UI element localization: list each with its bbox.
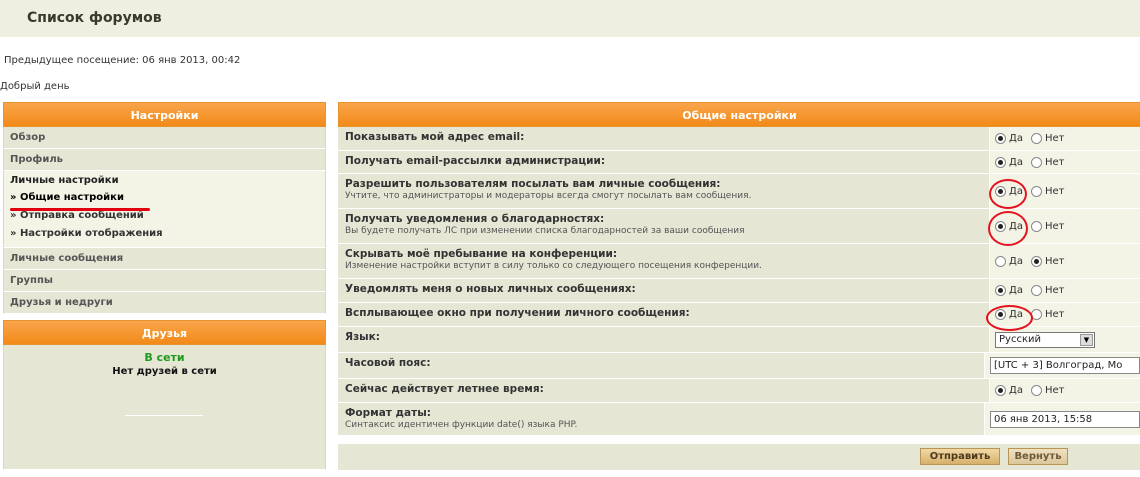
radio-yes[interactable]: Да: [995, 255, 1023, 267]
settings-menu-title: Настройки: [3, 102, 326, 127]
radio-no[interactable]: Нет: [1030, 156, 1064, 168]
radio-button-icon[interactable]: [1030, 185, 1042, 197]
setting-row-timezone: Часовой пояс: [UTC + 3] Волгоград, Мо: [338, 353, 1140, 379]
red-circle-annotation: [988, 211, 1028, 246]
general-settings-title: Общие настройки: [338, 102, 1140, 127]
page-title[interactable]: Список форумов: [27, 10, 162, 26]
setting-label: Скрывать моё пребывание на конференции:: [345, 248, 618, 260]
menu-item-overview[interactable]: Обзор: [3, 127, 326, 149]
setting-row-date-format: Формат даты: Синтаксис идентичен функции…: [338, 403, 1140, 436]
radio-button-icon[interactable]: [1030, 156, 1042, 168]
radio-no[interactable]: Нет: [1030, 285, 1064, 296]
setting-label: Часовой пояс:: [345, 357, 431, 369]
friends-panel: Друзья В сети Нет друзей в сети: [3, 320, 326, 469]
red-circle-annotation: [986, 305, 1033, 331]
language-select[interactable]: Русский ▼: [995, 331, 1095, 348]
radio-yes[interactable]: Да: [995, 133, 1023, 144]
general-settings-panel: Общие настройки Показывать мой адрес ema…: [338, 102, 1140, 436]
date-format-input[interactable]: 06 янв 2013, 15:58: [990, 410, 1140, 428]
radio-no[interactable]: Нет: [1030, 220, 1064, 232]
form-buttons: Отправить Вернуть: [338, 444, 1140, 470]
radio-button-icon[interactable]: [1030, 285, 1042, 296]
setting-row-notify-pm: Уведомлять меня о новых личных сообщения…: [338, 279, 1140, 303]
radio-yes[interactable]: Да: [995, 385, 1023, 396]
radio-button-icon[interactable]: [995, 255, 1006, 267]
menu-section-label[interactable]: Личные настройки: [10, 175, 325, 186]
radio-button-icon[interactable]: [995, 133, 1006, 144]
submit-button[interactable]: Отправить: [920, 448, 1000, 465]
timezone-select[interactable]: [UTC + 3] Волгоград, Мо: [990, 357, 1140, 374]
radio-button-icon[interactable]: [1030, 220, 1042, 232]
friends-divider: [125, 415, 203, 427]
setting-description: Изменение настройки вступит в силу тольк…: [345, 261, 762, 271]
setting-label: Всплывающее окно при получении личного с…: [345, 307, 690, 319]
setting-label: Получать email-рассылки администрации:: [345, 155, 606, 167]
menu-item-groups[interactable]: Группы: [3, 270, 326, 292]
chevron-down-icon[interactable]: ▼: [1080, 333, 1093, 346]
radio-button-icon[interactable]: [995, 385, 1006, 396]
radio-button-icon[interactable]: [1030, 133, 1042, 144]
setting-row-show-email: Показывать мой адрес email: Да Нет: [338, 127, 1140, 151]
setting-label: Получать уведомления о благодарностях:: [345, 213, 605, 225]
setting-description: Учтите, что администраторы и модераторы …: [345, 191, 752, 201]
setting-description: Синтаксис идентичен функции date() языка…: [345, 420, 578, 430]
setting-row-dst: Сейчас действует летнее время: Да Нет: [338, 379, 1140, 403]
radio-yes[interactable]: Да: [995, 285, 1023, 296]
setting-description: Вы будете получать ЛС при изменении спис…: [345, 226, 745, 236]
radio-no[interactable]: Нет: [1030, 385, 1064, 396]
setting-label: Язык:: [345, 331, 381, 343]
radio-no[interactable]: Нет: [1030, 309, 1064, 320]
radio-no[interactable]: Нет: [1030, 133, 1064, 144]
menu-item-private-messages[interactable]: Личные сообщения: [3, 248, 326, 270]
radio-button-icon[interactable]: [995, 156, 1006, 168]
greeting-text: Добрый день: [0, 81, 70, 92]
radio-yes[interactable]: Да: [995, 156, 1023, 168]
no-friends-text: Нет друзей в сети: [112, 366, 217, 377]
setting-label: Показывать мой адрес email:: [345, 131, 525, 143]
top-bar: Список форумов: [0, 0, 1140, 37]
friends-panel-body: В сети Нет друзей в сети: [3, 345, 326, 469]
settings-menu: Настройки Обзор Профиль Личные настройки…: [3, 102, 326, 314]
radio-button-icon[interactable]: [1030, 385, 1042, 396]
radio-no[interactable]: Нет: [1030, 255, 1064, 267]
radio-button-icon[interactable]: [1030, 255, 1042, 267]
red-underline-annotation: [10, 208, 150, 211]
online-label: В сети: [144, 351, 185, 364]
radio-button-icon[interactable]: [995, 285, 1006, 296]
radio-no[interactable]: Нет: [1030, 185, 1064, 197]
setting-row-admin-emails: Получать email-рассылки администрации: Д…: [338, 151, 1140, 174]
menu-subitem-display[interactable]: » Настройки отображения: [10, 225, 325, 243]
menu-subitem-general-settings[interactable]: » Общие настройки: [10, 189, 325, 207]
reset-button[interactable]: Вернуть: [1008, 448, 1068, 465]
setting-label: Уведомлять меня о новых личных сообщения…: [345, 283, 636, 295]
setting-label: Сейчас действует летнее время:: [345, 383, 544, 395]
menu-item-friends-foes[interactable]: Друзья и недруги: [3, 292, 326, 314]
last-visit-text: Предыдущее посещение: 06 янв 2013, 00:42: [4, 55, 241, 66]
setting-label: Разрешить пользователям посылать вам лич…: [345, 178, 721, 190]
menu-item-profile[interactable]: Профиль: [3, 149, 326, 171]
friends-panel-title: Друзья: [3, 320, 326, 345]
red-circle-annotation: [989, 179, 1027, 209]
setting-row-hide-online: Скрывать моё пребывание на конференции: …: [338, 244, 1140, 279]
setting-row-language: Язык: Русский ▼: [338, 327, 1140, 353]
setting-label: Формат даты:: [345, 407, 431, 419]
